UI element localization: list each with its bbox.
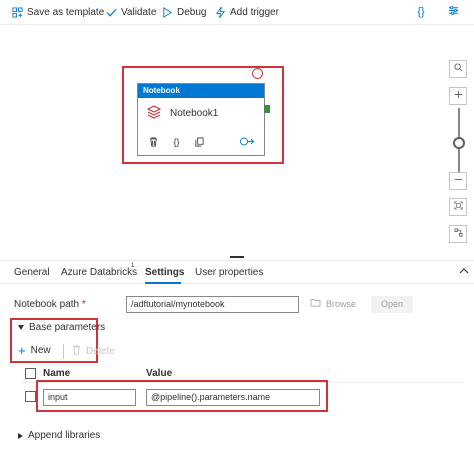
save-as-template-label: Save as template bbox=[27, 6, 105, 18]
databricks-logo-icon bbox=[146, 105, 162, 119]
tab-error-badge: 1 bbox=[131, 263, 135, 269]
chevron-up-icon[interactable] bbox=[459, 267, 469, 275]
validate-label: Validate bbox=[121, 6, 157, 18]
search-icon bbox=[453, 63, 463, 75]
tab-settings[interactable]: Settings bbox=[145, 267, 184, 278]
activity-tabs: General Azure Databricks Settings User p… bbox=[0, 260, 474, 284]
plus-icon bbox=[454, 90, 463, 102]
tab-azure-databricks[interactable]: Azure Databricks bbox=[61, 267, 137, 278]
trash-icon bbox=[72, 345, 81, 358]
auto-align-icon bbox=[453, 228, 463, 240]
parameter-value-input[interactable]: @pipeline().parameters.name bbox=[146, 389, 320, 406]
open-button[interactable]: Open bbox=[371, 296, 413, 313]
debug-button[interactable]: Debug bbox=[162, 5, 206, 19]
delete-parameter-button[interactable]: Delete bbox=[72, 345, 115, 358]
fit-screen-icon bbox=[453, 201, 463, 213]
code-icon: {} bbox=[417, 6, 425, 18]
search-canvas-button[interactable] bbox=[449, 60, 467, 78]
select-all-checkbox[interactable] bbox=[25, 368, 36, 379]
browse-button[interactable]: Browse bbox=[310, 298, 356, 309]
delete-label: Delete bbox=[86, 346, 115, 357]
delete-activity-icon[interactable] bbox=[148, 136, 159, 147]
run-arrow-icon[interactable] bbox=[240, 136, 255, 147]
base-parameters-label: Base parameters bbox=[29, 322, 106, 333]
tab-general[interactable]: General bbox=[14, 267, 50, 278]
new-label: New bbox=[30, 345, 51, 356]
node-type-header: Notebook bbox=[138, 84, 264, 98]
row-checkbox[interactable] bbox=[25, 391, 36, 402]
success-connector-handle[interactable] bbox=[264, 105, 270, 113]
panel-splitter-handle[interactable] bbox=[230, 256, 244, 258]
required-marker: * bbox=[81, 299, 86, 310]
zoom-to-fit-button[interactable] bbox=[449, 198, 467, 216]
folder-icon bbox=[310, 298, 321, 309]
column-header-name: Name bbox=[43, 368, 71, 379]
properties-button[interactable] bbox=[446, 5, 460, 19]
parameter-name-input[interactable]: input bbox=[43, 389, 136, 406]
caret-down-icon bbox=[18, 325, 24, 330]
add-trigger-label: Add trigger bbox=[230, 6, 279, 18]
notebook-activity-node[interactable]: Notebook Notebook1 {} bbox=[137, 83, 265, 156]
toolbar-separator bbox=[63, 344, 64, 359]
browse-label: Browse bbox=[326, 298, 357, 309]
lightning-icon bbox=[215, 6, 226, 18]
template-icon bbox=[12, 6, 23, 18]
caret-right-icon bbox=[18, 432, 23, 439]
properties-icon bbox=[448, 5, 459, 19]
tab-user-properties[interactable]: User properties bbox=[195, 267, 263, 278]
play-icon bbox=[162, 6, 173, 18]
zoom-out-button[interactable] bbox=[449, 172, 467, 190]
debug-label: Debug bbox=[177, 6, 207, 18]
code-activity-icon[interactable]: {} bbox=[171, 136, 182, 147]
notebook-path-input[interactable]: /adftutorial/mynotebook bbox=[126, 296, 299, 313]
append-libraries-toggle[interactable]: Append libraries bbox=[18, 430, 100, 441]
column-header-value: Value bbox=[146, 368, 173, 379]
node-status-circle bbox=[252, 68, 263, 79]
notebook-path-label-text: Notebook path bbox=[14, 299, 80, 310]
base-parameters-toggle[interactable]: Base parameters bbox=[18, 322, 105, 333]
validate-button[interactable]: Validate bbox=[106, 5, 156, 19]
save-as-template-button[interactable]: Save as template bbox=[12, 5, 104, 19]
zoom-slider-thumb[interactable] bbox=[453, 137, 465, 149]
active-tab-indicator bbox=[145, 282, 181, 284]
plus-icon: + bbox=[18, 342, 26, 358]
add-trigger-button[interactable]: Add trigger bbox=[215, 5, 279, 19]
new-parameter-button[interactable]: + New bbox=[18, 342, 51, 358]
copy-activity-icon[interactable] bbox=[194, 136, 205, 147]
node-name: Notebook1 bbox=[170, 108, 219, 119]
append-libraries-label: Append libraries bbox=[28, 430, 101, 441]
zoom-in-button[interactable] bbox=[449, 87, 467, 105]
checkmark-icon bbox=[106, 7, 117, 18]
code-button[interactable]: {} bbox=[414, 5, 428, 19]
pipeline-toolbar: Save as template Validate Debug Add trig… bbox=[0, 0, 474, 24]
minus-icon bbox=[454, 175, 463, 187]
auto-align-button[interactable] bbox=[449, 225, 467, 243]
notebook-path-label: Notebook path * bbox=[14, 299, 86, 310]
